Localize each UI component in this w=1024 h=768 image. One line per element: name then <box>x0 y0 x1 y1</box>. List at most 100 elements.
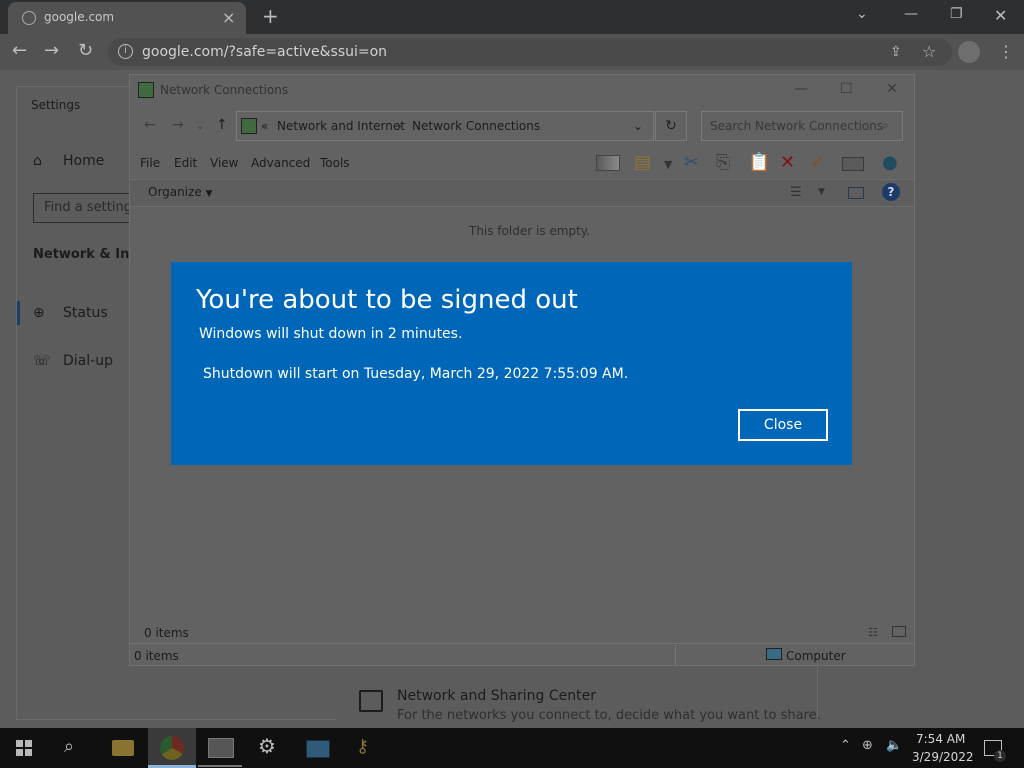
maximize-icon[interactable]: ☐ <box>840 81 853 97</box>
browser-menu-icon[interactable]: ⋮ <box>998 42 1014 61</box>
home-icon: ⌂ <box>33 153 42 169</box>
menu-file[interactable]: File <box>140 156 160 170</box>
empty-folder-message: This folder is empty. <box>469 224 590 238</box>
large-icons-view-icon[interactable] <box>892 626 906 637</box>
sidebar-item-label: Status <box>63 305 108 321</box>
home-label: Home <box>63 153 105 169</box>
details-view-icon[interactable]: ☷ <box>868 626 878 639</box>
sidebar-item-dialup[interactable]: ☏ Dial-up <box>33 353 113 369</box>
bookmark-star-icon[interactable]: ☆ <box>922 42 936 61</box>
restore-icon[interactable]: ❐ <box>950 6 963 22</box>
taskbar-open-indicator <box>198 765 242 767</box>
delete-icon[interactable]: ✕ <box>780 152 795 173</box>
explorer-search-placeholder: Search Network Connections <box>710 119 884 133</box>
cut-icon[interactable]: ✂ <box>684 152 699 173</box>
new-tab-button[interactable]: + <box>262 4 279 28</box>
minimize-icon[interactable]: — <box>794 81 808 97</box>
tab-search-icon[interactable]: ⌄ <box>856 6 868 22</box>
settings-home[interactable]: ⌂ Home <box>33 153 104 169</box>
share-icon[interactable]: ⇪ <box>890 44 902 60</box>
details-item-count: 0 items <box>144 626 189 640</box>
breadcrumb-network-internet[interactable]: Network and Internet <box>277 119 405 133</box>
menu-view[interactable]: View <box>210 156 238 170</box>
status-location: Computer <box>786 649 846 663</box>
tab-close-icon[interactable]: × <box>222 8 235 27</box>
network-globe-icon[interactable]: ⊕ <box>862 738 873 753</box>
sharing-center-title: Network and Sharing Center <box>397 688 597 704</box>
forward-icon[interactable]: → <box>172 117 184 133</box>
browser-tab[interactable]: google.com × <box>8 2 246 34</box>
close-button[interactable]: Close <box>738 409 828 441</box>
folders-icon[interactable]: ▤ <box>634 152 651 173</box>
breadcrumb-overflow[interactable]: « <box>261 119 268 133</box>
keys-icon[interactable]: ⚷ <box>356 736 369 757</box>
organize-button[interactable]: Organize ▼ <box>148 185 213 199</box>
browser-tab-title: google.com <box>44 10 115 24</box>
refresh-button[interactable]: ↻ <box>655 111 687 141</box>
settings-section-title: Network & Inte <box>33 247 145 262</box>
settings-title: Settings <box>31 98 81 112</box>
up-icon[interactable]: ↑ <box>216 117 228 133</box>
dialog-title: You're about to be signed out <box>196 285 578 315</box>
organize-label: Organize <box>148 185 202 199</box>
paste-icon[interactable]: 📋 <box>748 152 770 173</box>
shell-icon[interactable]: ● <box>882 152 898 173</box>
address-dropdown-icon[interactable]: ⌄ <box>633 119 643 133</box>
checkmark-icon[interactable]: ✓ <box>810 152 825 173</box>
back-icon[interactable]: ← <box>144 117 156 133</box>
folders-dropdown-icon[interactable]: ▼ <box>664 158 672 171</box>
breadcrumb-separator[interactable]: › <box>397 119 402 133</box>
sidebar-item-status[interactable]: ⊕ Status <box>33 305 108 321</box>
explorer-title: Network Connections <box>160 83 289 97</box>
address-url: google.com/?safe=active&ssui=on <box>142 44 388 60</box>
minimize-icon[interactable]: — <box>904 6 918 22</box>
sharing-center-description: For the networks you connect to, decide … <box>397 708 821 723</box>
copy-icon[interactable]: ⎘ <box>716 152 730 173</box>
globe-icon <box>22 11 36 25</box>
properties-icon[interactable] <box>842 157 864 171</box>
chrome-icon[interactable] <box>160 736 184 760</box>
site-info-icon[interactable]: i <box>118 44 133 59</box>
sign-out-dialog: You're about to be signed out Windows wi… <box>171 262 852 465</box>
clock-date[interactable]: 3/29/2022 <box>912 750 974 764</box>
clock-time[interactable]: 7:54 AM <box>916 732 965 746</box>
profile-avatar[interactable] <box>958 41 980 63</box>
view-options-icon[interactable]: ☰ <box>790 185 802 200</box>
windows-start-icon[interactable] <box>16 740 32 756</box>
explorer-address-bar[interactable]: « Network and Internet › Network Connect… <box>236 111 654 141</box>
status-item-count: 0 items <box>134 649 179 663</box>
forward-icon[interactable]: → <box>44 40 59 61</box>
network-sharing-icon <box>359 690 383 712</box>
help-icon[interactable]: ? <box>882 183 900 201</box>
breadcrumb-network-connections[interactable]: Network Connections <box>412 119 540 133</box>
network-control-panel-icon[interactable] <box>208 738 234 758</box>
back-icon[interactable]: ← <box>12 40 27 61</box>
menu-advanced[interactable]: Advanced <box>251 156 310 170</box>
taskbar-search-icon[interactable]: ⌕ <box>64 736 74 757</box>
volume-icon[interactable]: 🔈 <box>886 738 902 753</box>
panel-toggle-icon[interactable] <box>596 155 620 171</box>
tray-overflow-icon[interactable]: ⌃ <box>840 738 851 753</box>
sidebar-item-label: Dial-up <box>63 353 113 369</box>
recent-locations-icon[interactable]: ⌄ <box>196 121 204 132</box>
preview-pane-icon[interactable] <box>848 187 864 199</box>
explorer-menubar <box>130 149 914 179</box>
remote-desktop-icon[interactable] <box>306 740 330 758</box>
chevron-down-icon: ▼ <box>205 189 213 199</box>
computer-icon <box>766 648 782 660</box>
close-icon[interactable]: ✕ <box>886 81 898 97</box>
window-close-icon[interactable]: ✕ <box>994 6 1007 25</box>
explorer-search-input[interactable]: Search Network Connections ⌕ <box>701 111 903 141</box>
file-explorer-icon[interactable] <box>112 740 134 756</box>
dialog-shutdown-time: Shutdown will start on Tuesday, March 29… <box>203 366 629 382</box>
network-folder-icon <box>241 118 257 134</box>
menu-edit[interactable]: Edit <box>174 156 197 170</box>
sharing-center-link[interactable]: Network and Sharing Center For the netwo… <box>337 668 821 723</box>
menu-tools[interactable]: Tools <box>320 156 350 170</box>
address-bar[interactable]: i google.com/?safe=active&ssui=on <box>108 38 952 66</box>
view-dropdown-icon[interactable]: ▼ <box>818 187 825 197</box>
settings-gear-icon[interactable]: ⚙ <box>258 734 276 758</box>
reload-icon[interactable]: ↻ <box>78 40 93 61</box>
notification-count-badge: 1 <box>994 750 1006 762</box>
globe-icon: ⊕ <box>33 305 45 321</box>
